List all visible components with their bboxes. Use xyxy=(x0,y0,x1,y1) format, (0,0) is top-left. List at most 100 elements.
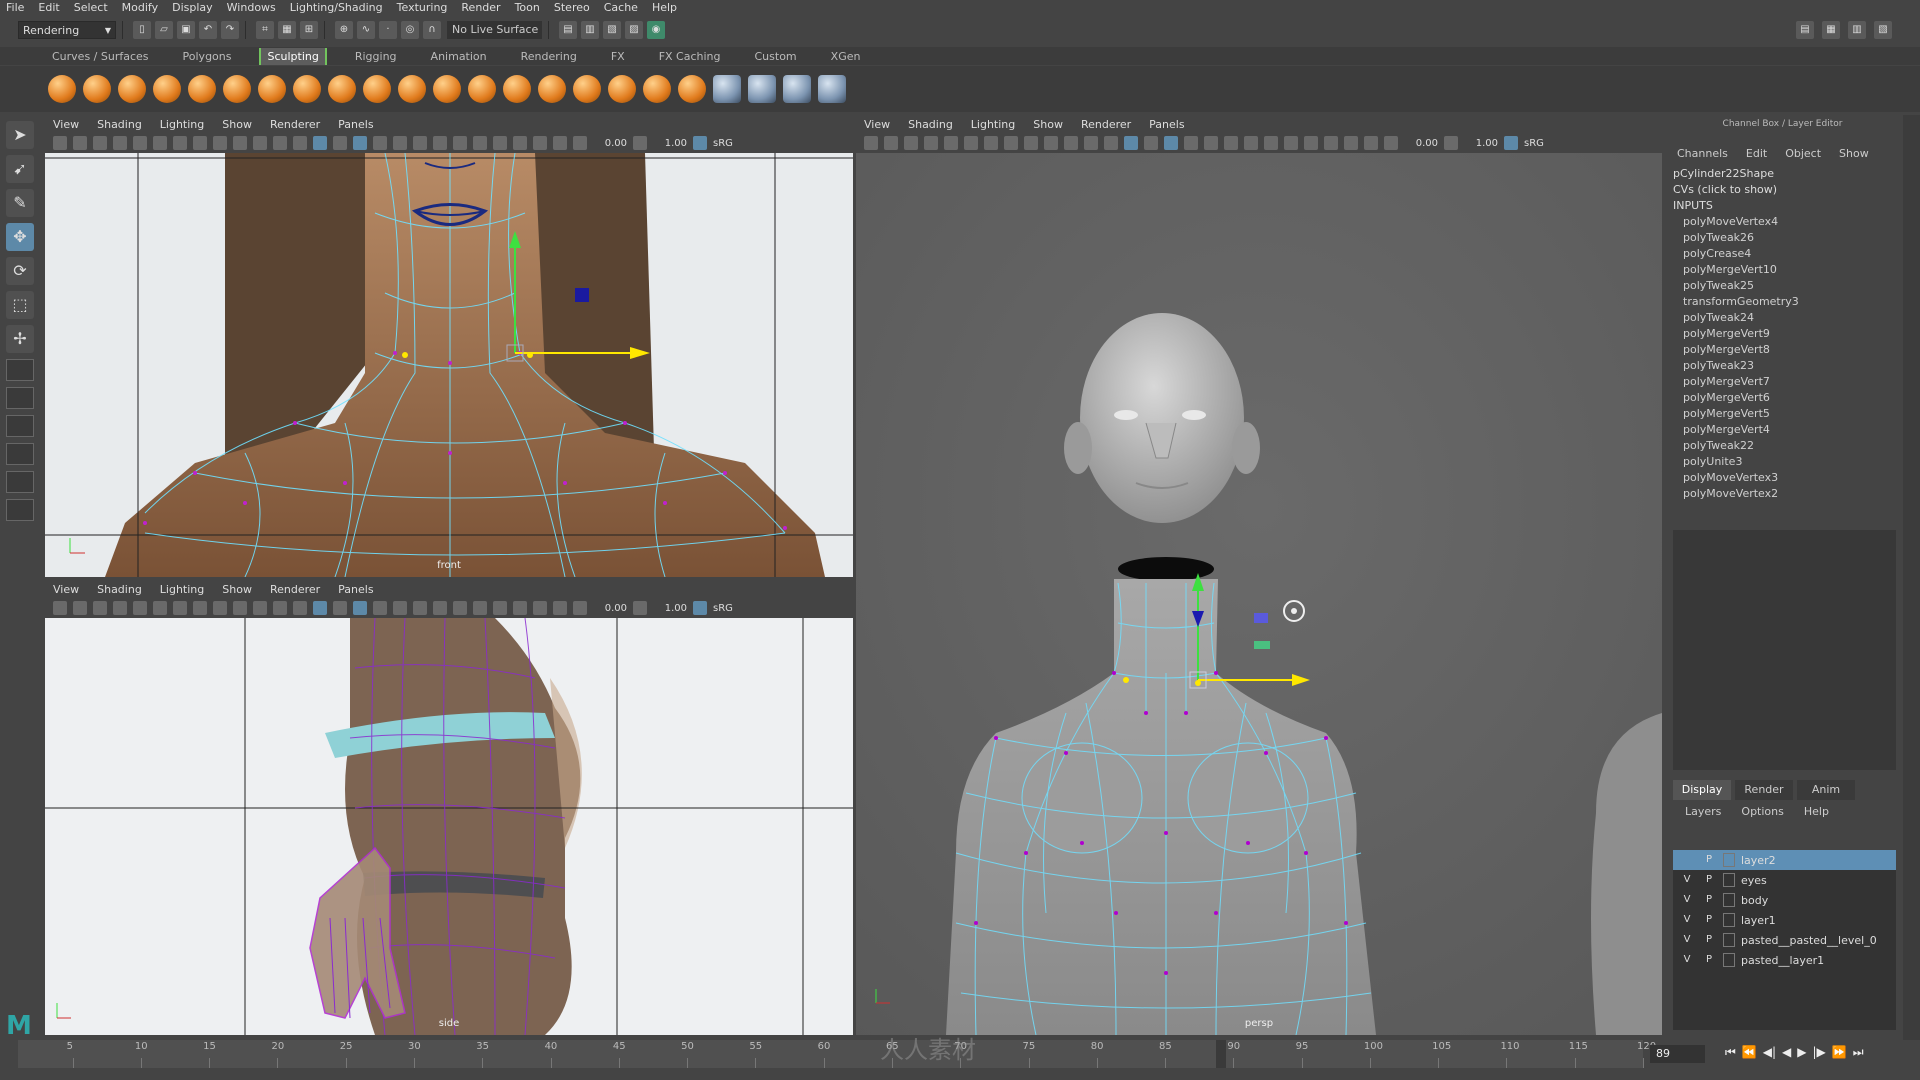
persp-view-canvas[interactable] xyxy=(856,153,1662,1035)
gamma-icon[interactable] xyxy=(1444,136,1458,150)
gate-mask-icon[interactable] xyxy=(1044,136,1058,150)
move-tool-icon[interactable]: ✥ xyxy=(6,223,34,251)
camera-attr-icon[interactable] xyxy=(73,136,87,150)
gamma-icon[interactable] xyxy=(633,136,647,150)
ambient-occlusion-icon[interactable] xyxy=(413,601,427,615)
menu-render[interactable]: Render xyxy=(461,1,500,14)
snap-view-icon[interactable]: ◎ xyxy=(401,21,419,39)
layer-tab-render[interactable]: Render xyxy=(1735,780,1793,800)
smear-tool-icon[interactable] xyxy=(538,75,566,103)
color-management-icon[interactable] xyxy=(1504,136,1518,150)
side-viewport-panel[interactable]: View Shading Lighting Show Renderer Panels 0.… xyxy=(45,580,853,1035)
grab-tool-icon[interactable] xyxy=(153,75,181,103)
scrape-tool-icon[interactable] xyxy=(433,75,461,103)
last-tool-icon[interactable]: ✢ xyxy=(6,325,34,353)
viewport-menu-shading[interactable]: Shading xyxy=(97,583,142,596)
bulge-tool-icon[interactable] xyxy=(573,75,601,103)
render-settings-icon[interactable]: ▨ xyxy=(625,21,643,39)
channel-menu-channels[interactable]: Channels xyxy=(1677,147,1728,160)
layer-playback-toggle[interactable]: P xyxy=(1701,892,1717,908)
shelf-tab-polygons[interactable]: Polygons xyxy=(177,48,238,65)
smooth-shade-icon[interactable] xyxy=(313,601,327,615)
convert-freeze-icon[interactable] xyxy=(713,75,741,103)
2d-pan-icon[interactable] xyxy=(153,136,167,150)
viewport-menu-panels[interactable]: Panels xyxy=(338,118,373,131)
menu-windows[interactable]: Windows xyxy=(227,1,276,14)
smooth-tool-icon[interactable] xyxy=(83,75,111,103)
repeat-tool-icon[interactable] xyxy=(328,75,356,103)
smooth-shade-icon[interactable] xyxy=(313,136,327,150)
view-transform-label[interactable]: sRG xyxy=(713,603,733,614)
undo-icon[interactable]: ↶ xyxy=(199,21,217,39)
textured-icon[interactable] xyxy=(353,136,367,150)
layer-tab-anim[interactable]: Anim xyxy=(1797,780,1855,800)
film-gate-icon[interactable] xyxy=(193,601,207,615)
scale-tool-icon[interactable]: ⬚ xyxy=(6,291,34,319)
custom-layout-icon[interactable] xyxy=(6,499,34,521)
front-viewport-panel[interactable]: View Shading Lighting Show Renderer Panels 0.… xyxy=(45,115,853,577)
ipr-render-icon[interactable]: ▧ xyxy=(603,21,621,39)
depth-of-field-icon[interactable] xyxy=(473,136,487,150)
bookmark-icon[interactable] xyxy=(93,136,107,150)
menu-display[interactable]: Display xyxy=(172,1,213,14)
layer-name[interactable]: layer1 xyxy=(1741,914,1776,927)
layer-color-swatch[interactable] xyxy=(1723,913,1735,927)
grease-pencil-icon[interactable] xyxy=(133,136,147,150)
persp-viewport-panel[interactable]: View Shading Lighting Show Renderer Panels 0.… xyxy=(856,115,1662,1035)
menu-help[interactable]: Help xyxy=(652,1,677,14)
channel-menu-edit[interactable]: Edit xyxy=(1746,147,1767,160)
input-node[interactable]: polyUnite3 xyxy=(1673,454,1900,470)
current-time-marker[interactable] xyxy=(1215,1040,1226,1068)
persp-viewport[interactable]: persp xyxy=(856,153,1662,1035)
layer-row[interactable]: V Pbody xyxy=(1673,890,1896,910)
depth-of-field-icon[interactable] xyxy=(473,601,487,615)
two-pane-layout-icon[interactable] xyxy=(6,415,34,437)
exposure-icon[interactable] xyxy=(573,136,587,150)
grid-icon[interactable] xyxy=(984,136,998,150)
viewport-menu-view[interactable]: View xyxy=(864,118,890,131)
layer-playback-toggle[interactable]: P xyxy=(1701,912,1717,928)
layer-menu-help[interactable]: Help xyxy=(1804,805,1829,818)
menu-set-dropdown[interactable]: Rendering ▼ xyxy=(18,21,116,39)
shelf-tab-animation[interactable]: Animation xyxy=(425,48,493,65)
input-node[interactable]: polyMoveVertex3 xyxy=(1673,470,1900,486)
lights-icon[interactable] xyxy=(373,601,387,615)
camera-attr-icon[interactable] xyxy=(73,601,87,615)
wax-tool-icon[interactable] xyxy=(398,75,426,103)
menu-toon[interactable]: Toon xyxy=(515,1,540,14)
layer-row[interactable]: V Peyes xyxy=(1673,870,1896,890)
layer-menu-options[interactable]: Options xyxy=(1741,805,1783,818)
input-node[interactable]: polyMergeVert5 xyxy=(1673,406,1900,422)
paint-select-icon[interactable]: ✎ xyxy=(6,189,34,217)
snap-point-icon[interactable]: · xyxy=(379,21,397,39)
view-transform-label[interactable]: sRG xyxy=(713,138,733,149)
input-node[interactable]: polyMergeVert4 xyxy=(1673,422,1900,438)
viewport-menu-shading[interactable]: Shading xyxy=(908,118,953,131)
layer-color-swatch[interactable] xyxy=(1723,873,1735,887)
sculpt-tool-icon[interactable] xyxy=(48,75,76,103)
rotate-tool-icon[interactable]: ⟳ xyxy=(6,257,34,285)
wireframe-icon[interactable] xyxy=(293,601,307,615)
viewport-menu-lighting[interactable]: Lighting xyxy=(971,118,1015,131)
exposure-field[interactable]: 0.00 xyxy=(593,603,627,614)
film-gate-icon[interactable] xyxy=(193,136,207,150)
bookmark-icon[interactable] xyxy=(904,136,918,150)
safe-action-icon[interactable] xyxy=(273,136,287,150)
exposure-field[interactable]: 0.00 xyxy=(1404,138,1438,149)
viewport-menu-show[interactable]: Show xyxy=(222,118,252,131)
color-management-icon[interactable] xyxy=(693,136,707,150)
sculpt-settings-icon[interactable] xyxy=(818,75,846,103)
isolate-select-icon[interactable] xyxy=(493,601,507,615)
viewport-menu-renderer[interactable]: Renderer xyxy=(270,118,320,131)
wireframe-on-shaded-icon[interactable] xyxy=(333,601,347,615)
anti-alias-icon[interactable] xyxy=(453,601,467,615)
render-frame-icon[interactable]: ▥ xyxy=(581,21,599,39)
side-view-canvas[interactable] xyxy=(45,617,853,1035)
grease-pencil-icon[interactable] xyxy=(133,601,147,615)
layer-playback-toggle[interactable]: P xyxy=(1701,952,1717,968)
layer-visibility-toggle[interactable]: V xyxy=(1679,932,1695,948)
wireframe-on-shaded-icon[interactable] xyxy=(1144,136,1158,150)
ambient-occlusion-icon[interactable] xyxy=(413,136,427,150)
layer-visibility-toggle[interactable]: V xyxy=(1679,952,1695,968)
xray-joints-icon[interactable] xyxy=(533,136,547,150)
